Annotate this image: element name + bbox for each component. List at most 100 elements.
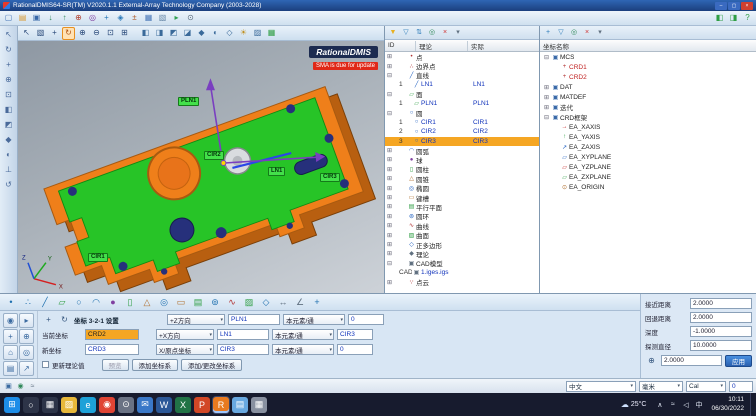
notepad-app[interactable]: ▤: [232, 397, 248, 413]
zoom-fit-icon[interactable]: ⊡: [104, 27, 117, 40]
coordinate-tree-row[interactable]: ↑EA_YAXIS: [540, 132, 756, 142]
add-change-coordinate-button[interactable]: 添加/更改坐标系: [181, 359, 242, 371]
sphere-feature-icon[interactable]: ●: [105, 295, 121, 309]
strip-zoom-icon[interactable]: ⊕: [2, 73, 16, 87]
x-direction-dropdown[interactable]: +X方向▾: [156, 329, 214, 340]
simulation-icon[interactable]: ▸: [170, 12, 183, 25]
box-select-icon[interactable]: ▧: [34, 27, 47, 40]
coordinate-tree-row[interactable]: ⊙EA_ORIGIN: [540, 182, 756, 192]
origin-direction-dropdown[interactable]: X/原点坐标▾: [156, 344, 214, 355]
ellipse-feature-icon[interactable]: ◎: [156, 295, 172, 309]
panel-layout-icon[interactable]: ◧: [713, 12, 726, 25]
settings-app[interactable]: ⊙: [118, 397, 134, 413]
feature-tree-row[interactable]: ⊞◎椭圆: [385, 183, 539, 192]
coord-find-icon[interactable]: ◎: [568, 27, 580, 39]
feature-tree-row[interactable]: ⊟○圆: [385, 108, 539, 117]
strip-fit-icon[interactable]: ⊡: [2, 88, 16, 102]
polygon-feature-icon[interactable]: ◇: [258, 295, 274, 309]
feature-tree-row[interactable]: ⊞∿曲线: [385, 221, 539, 230]
feature-filter-icon[interactable]: ▼: [387, 27, 399, 39]
feature-panel-menu-icon[interactable]: ▾: [452, 27, 464, 39]
feature-label-cir1[interactable]: CIR1: [88, 253, 108, 262]
feature-tree-row[interactable]: ⊞◆理论: [385, 249, 539, 258]
plane-feature-icon[interactable]: ▱: [54, 295, 70, 309]
approach-distance-input[interactable]: 2.0000: [690, 298, 752, 309]
z-origin-field[interactable]: 0: [348, 314, 384, 325]
cal-dropdown[interactable]: Cal▾: [686, 381, 726, 392]
coordinate-tree-row[interactable]: →EA_XAXIS: [540, 122, 756, 132]
z-feature-field[interactable]: PLN1: [228, 314, 280, 325]
strip-refresh-icon[interactable]: ↺: [2, 178, 16, 192]
joystick-icon[interactable]: +: [3, 329, 18, 344]
depth-input[interactable]: -1.0000: [690, 326, 752, 337]
part-model[interactable]: X Y Z: [18, 41, 384, 293]
cad-visibility-icon[interactable]: ▦: [265, 27, 278, 40]
coordinate-tree-row[interactable]: ⊞▣迭代: [540, 102, 756, 112]
show-desktop-button[interactable]: [750, 393, 752, 416]
maximize-button[interactable]: ▢: [728, 2, 740, 10]
taskbar-clock[interactable]: 10:11 06/30/2022: [711, 396, 744, 412]
strip-shade-icon[interactable]: ◐: [2, 148, 16, 162]
auto-mode-icon[interactable]: ▸: [19, 313, 34, 328]
coordinate-tree-row[interactable]: +CRD1: [540, 62, 756, 72]
feature-tree-row[interactable]: ⊟▣CAD模型: [385, 259, 539, 268]
origin-value-field[interactable]: 0: [337, 344, 373, 355]
feature-tree-row[interactable]: ⊟╱直线: [385, 71, 539, 80]
wireframe-mode-icon[interactable]: ◇: [223, 27, 236, 40]
coordinate-manager-icon[interactable]: +: [100, 12, 113, 25]
background-icon[interactable]: ▨: [251, 27, 264, 40]
cylinder-feature-icon[interactable]: ▯: [122, 295, 138, 309]
language-dropdown[interactable]: 中文▾: [566, 381, 636, 392]
feature-label-cir3[interactable]: CIR3: [320, 173, 340, 182]
expand-toggle-icon[interactable]: ⊞: [542, 94, 551, 101]
open-file-icon[interactable]: ▤: [16, 12, 29, 25]
coord-add-icon[interactable]: +: [542, 27, 554, 39]
network-icon[interactable]: ≈: [668, 401, 677, 408]
strip-rotate-icon[interactable]: ↻: [2, 43, 16, 57]
calculator-app[interactable]: ▦: [251, 397, 267, 413]
coord-delete-icon[interactable]: ×: [581, 27, 593, 39]
status-count-field[interactable]: 0: [729, 381, 753, 392]
expand-toggle-icon[interactable]: ⊟: [542, 54, 551, 61]
slot-feature-icon[interactable]: ▭: [173, 295, 189, 309]
retract-distance-input[interactable]: 2.0000: [690, 312, 752, 323]
import-cad-icon[interactable]: ↓: [44, 12, 57, 25]
pin-panel-icon[interactable]: ◨: [727, 12, 740, 25]
feature-manager-icon[interactable]: ◈: [114, 12, 127, 25]
zoom-window-icon[interactable]: ⊞: [118, 27, 131, 40]
start-button[interactable]: ⊞: [4, 397, 20, 413]
torus-feature-icon[interactable]: ⊚: [207, 295, 223, 309]
weather-widget[interactable]: ☁ 25°C: [621, 400, 647, 409]
feature-tree-row[interactable]: 2○CIR2CIR2: [385, 127, 539, 136]
feature-funnel-icon[interactable]: ▽: [400, 27, 412, 39]
feature-delete-icon[interactable]: ×: [439, 27, 451, 39]
edge-browser-app[interactable]: e: [80, 397, 96, 413]
lighting-icon[interactable]: ☀: [237, 27, 250, 40]
feature-tree-row[interactable]: ⊟▱面: [385, 90, 539, 99]
view-back-icon[interactable]: ◨: [153, 27, 166, 40]
sensor-calibration-icon[interactable]: ◎: [86, 12, 99, 25]
feature-tree-row[interactable]: 1╱LN1LN1: [385, 80, 539, 89]
feature-tree-row[interactable]: ⊞▭键槽: [385, 193, 539, 202]
status-connection-icon[interactable]: ≈: [27, 381, 38, 392]
origin-feature-field[interactable]: CIR3: [217, 344, 269, 355]
camera-view-icon[interactable]: ◎: [19, 345, 34, 360]
add-coordinate-button[interactable]: 添加坐标系: [132, 359, 179, 371]
report-view-icon[interactable]: ▤: [3, 361, 18, 376]
powerpoint-app[interactable]: P: [194, 397, 210, 413]
coordinate-tree-row[interactable]: ▱EA_ZXPLANE: [540, 172, 756, 182]
coordinate-tree-row[interactable]: ⊟▣CRD框架: [540, 112, 756, 122]
feature-tree-row[interactable]: ⊞●球: [385, 155, 539, 164]
alignment-refresh-icon[interactable]: ↻: [58, 313, 71, 326]
arc-feature-icon[interactable]: ◠: [88, 295, 104, 309]
output-icon[interactable]: ↗: [19, 361, 34, 376]
feature-tree-row[interactable]: ⊞⊚圆环: [385, 212, 539, 221]
x-feature-field[interactable]: LN1: [217, 329, 269, 340]
program-editor-icon[interactable]: ▧: [156, 12, 169, 25]
feature-label-cir2[interactable]: CIR2: [204, 151, 224, 160]
pan-icon[interactable]: +: [48, 27, 61, 40]
minimize-button[interactable]: –: [715, 2, 727, 10]
mail-app[interactable]: ✉: [137, 397, 153, 413]
distance-feature-icon[interactable]: ↔: [275, 295, 291, 309]
coordinate-tree-row[interactable]: ⊞▣DAT: [540, 82, 756, 92]
